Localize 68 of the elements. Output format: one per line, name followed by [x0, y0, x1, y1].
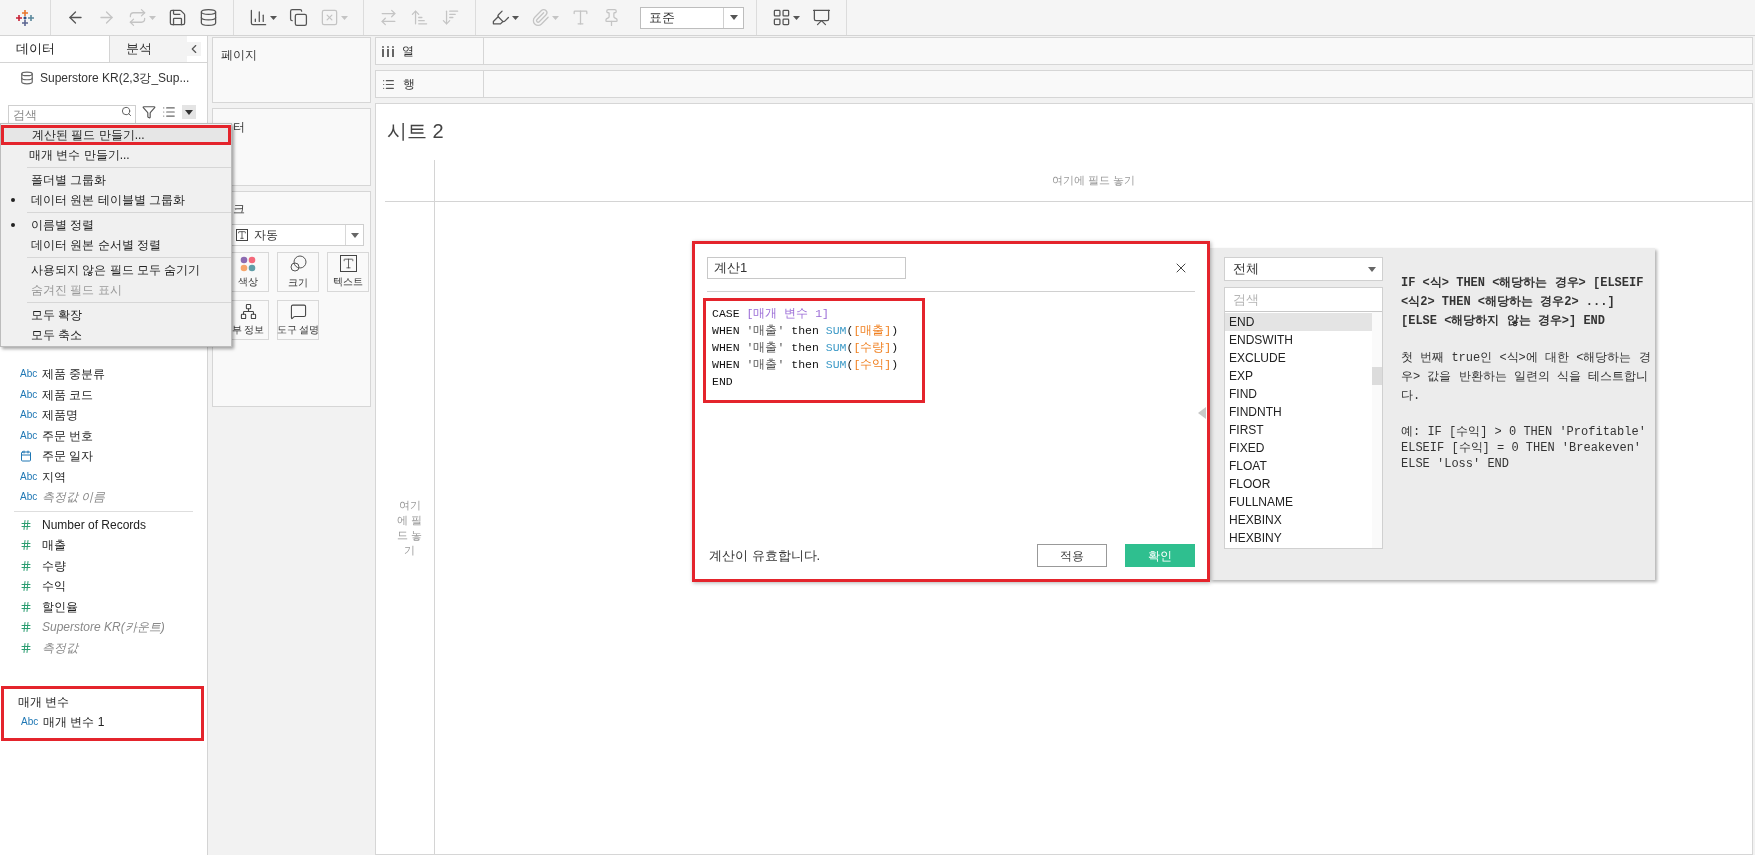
type-label: Abc — [20, 471, 39, 482]
menu-item[interactable]: 폴더별 그룹화 — [1, 170, 231, 190]
function-list-item[interactable]: HEXBINX — [1225, 511, 1372, 529]
dimension-field[interactable]: 제품 코드 — [42, 385, 94, 404]
section-title: 매개 변수 — [17, 694, 71, 711]
dimension-field[interactable]: 주문 일자 — [42, 447, 94, 466]
type-label: Abc — [20, 389, 39, 400]
mark-property-button[interactable]: 텍스트 — [327, 252, 369, 292]
measure-field[interactable]: Superstore KR(카운트) — [42, 618, 165, 637]
menu-item[interactable]: 매개 변수 만들기... — [1, 145, 231, 165]
type-label: Abc — [20, 410, 39, 421]
dimension-field[interactable]: 측정값 이름 — [42, 488, 106, 507]
function-search-field[interactable]: 검색 — [1225, 288, 1382, 312]
datasource-name[interactable]: Superstore KR(2,3강_Sup... — [40, 68, 190, 87]
drop-zone-hint: 여기에 필드 놓기 — [1051, 173, 1136, 189]
card-title: 터 — [233, 120, 245, 134]
type-label: Abc — [20, 369, 39, 380]
dimension-field[interactable]: 주문 번호 — [42, 426, 94, 445]
function-list-item[interactable]: ENDSWITH — [1225, 331, 1372, 349]
measure-field[interactable]: 수익 — [42, 577, 66, 596]
code-line: WHEN '매출' then SUM([수익]) — [712, 357, 900, 373]
code-line: WHEN '매출' then SUM([매출]) — [712, 323, 900, 339]
measure-field[interactable]: 할인율 — [42, 597, 78, 616]
code-line: CASE [매개 변수 1] — [712, 306, 831, 322]
function-list-item[interactable]: FIXED — [1225, 439, 1372, 457]
card-title: 페이지 — [221, 48, 257, 62]
menu-item[interactable]: 데이터 원본 테이블별 그룹화 — [1, 190, 231, 210]
measure-field[interactable]: 수량 — [42, 556, 66, 575]
shelf-label: 행 — [403, 76, 415, 93]
type-label: Abc — [20, 430, 39, 441]
function-list-item[interactable]: EXCLUDE — [1225, 349, 1372, 367]
pane-tab[interactable]: 분석 — [110, 36, 187, 62]
shelf-label: 열 — [402, 43, 414, 60]
fit-select[interactable]: 표준 — [640, 6, 744, 29]
type-label: Abc — [20, 492, 39, 503]
measure-field[interactable]: 측정값 — [42, 638, 78, 657]
mark-property-button[interactable]: 크기 — [277, 252, 319, 292]
measure-field[interactable]: Number of Records — [42, 515, 147, 534]
function-list-item[interactable]: EXP — [1225, 367, 1372, 385]
function-list-item[interactable]: FIRST — [1225, 421, 1372, 439]
function-syntax: IF <식> THEN <해당하는 경우> [ELSEIF <식2> THEN <해당하는 경우2> ...] [ELSE <해당하지 않는 경우>] END — [1401, 275, 1645, 330]
dimension-field[interactable]: 제품명 — [42, 406, 78, 425]
category-select[interactable]: 전체 — [1224, 257, 1383, 281]
code-line: WHEN '매출' then SUM([수량]) — [712, 340, 900, 356]
calculation-name-field[interactable]: 계산1 — [707, 257, 906, 279]
menu-item[interactable]: 계산된 필드 만들기... — [1, 125, 231, 145]
measure-field[interactable]: 매출 — [42, 536, 66, 555]
sheet-title: 시트 2 — [386, 119, 445, 144]
function-list-item[interactable]: FLOAT — [1225, 457, 1372, 475]
function-list-item[interactable]: END — [1225, 313, 1372, 331]
type-label: Abc — [21, 717, 40, 727]
drop-zone-hint: 여기에 필드 놓기 — [395, 498, 424, 558]
mark-property-button[interactable]: 도구 설명 — [277, 300, 319, 340]
function-list-item[interactable]: FIND — [1225, 385, 1372, 403]
parameter-field[interactable]: 매개 변수 1 — [43, 713, 105, 731]
validation-status: 계산이 유효합니다. — [708, 546, 822, 565]
function-list-item[interactable]: HEXBINY — [1225, 529, 1372, 547]
function-list-item[interactable]: FINDNTH — [1225, 403, 1372, 421]
function-list-item[interactable]: FULLNAME — [1225, 493, 1372, 511]
dimension-field[interactable]: 제품 중분류 — [42, 365, 106, 384]
card-title: 크 — [232, 201, 246, 218]
function-list-item[interactable]: FLOOR — [1225, 475, 1372, 493]
function-example: 예: IF [수익] > 0 THEN 'Profitable' ELSEIF [수익] = 0 THEN 'Breakeven' ELSE 'Loss' END — [1401, 424, 1647, 472]
apply-button[interactable]: 적용 — [1037, 544, 1107, 567]
function-description: 첫 번째 true인 <식>에 대한 <해당하는 경우> 값을 반환하는 일련의 식을 테스트합니다. — [1401, 350, 1651, 405]
dimension-field[interactable]: 지역 — [42, 467, 66, 486]
code-editor[interactable]: CASE [매개 변수 1] WHEN '매출' then SUM([매출]) WHEN '매출' then SUM([수량]) WHEN '매출' then SUM([수익]) END — [703, 298, 925, 403]
code-line: END — [712, 374, 734, 390]
